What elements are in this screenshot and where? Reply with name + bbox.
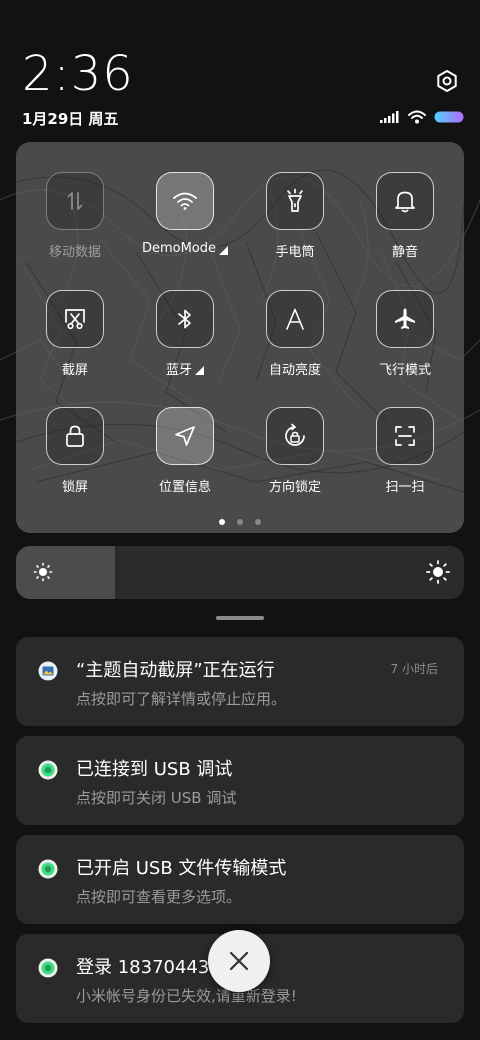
notification-text: 点按即可关闭 USB 调试 <box>76 789 237 807</box>
brightness-fill <box>16 546 115 599</box>
tile-screenshot-button[interactable] <box>46 290 104 348</box>
clock: 2:36 <box>22 46 134 102</box>
tile-lock-screen-button[interactable] <box>46 407 104 465</box>
android-icon <box>38 958 58 978</box>
settings-button[interactable] <box>432 66 462 96</box>
tile-auto-brightness-button[interactable] <box>266 290 324 348</box>
tile-screenshot[interactable]: 截屏 <box>20 290 130 378</box>
tile-label: 扫一扫 <box>385 480 425 495</box>
tile-location-button[interactable] <box>156 407 214 465</box>
tile-rotation-lock[interactable]: 方向锁定 <box>240 407 350 495</box>
rotation-lock-icon <box>285 423 305 446</box>
page-indicator <box>16 519 464 525</box>
tile-label: 自动亮度 <box>268 363 321 378</box>
tile-bluetooth[interactable]: 蓝牙 <box>130 290 240 378</box>
close-icon <box>229 951 249 971</box>
airplane-icon <box>395 308 415 329</box>
brightness-low-icon <box>33 562 53 582</box>
page-dot <box>237 519 243 525</box>
tile-label: 静音 <box>391 245 418 260</box>
notification-title: “主题自动截屏”正在运行 <box>76 660 275 681</box>
theme-app-icon <box>38 661 58 681</box>
notification-text: 点按即可了解详情或停止应用。 <box>76 690 287 708</box>
tile-silent[interactable]: 静音 <box>350 172 460 260</box>
tile-label: 蓝牙 <box>165 363 192 378</box>
drag-handle[interactable] <box>216 616 264 620</box>
expand-arrow-icon[interactable] <box>195 365 204 375</box>
notification-card[interactable]: “主题自动截屏”正在运行 7 小时后 点按即可了解详情或停止应用。 <box>16 637 464 726</box>
battery-icon <box>434 111 464 123</box>
expand-arrow-icon[interactable] <box>219 245 229 255</box>
scan-icon <box>395 426 415 446</box>
tile-mobile-data[interactable]: 移动数据 <box>20 172 130 260</box>
wifi-status-icon <box>408 110 426 124</box>
notification-text: 小米帐号身份已失效,请重新登录! <box>76 987 297 1005</box>
location-icon <box>175 426 195 446</box>
tile-airplane[interactable]: 飞行模式 <box>350 290 460 378</box>
tile-scan-button[interactable] <box>376 407 434 465</box>
tile-label: 手电筒 <box>275 245 315 260</box>
tile-label: 锁屏 <box>61 480 88 495</box>
page-dot-active <box>219 519 225 525</box>
screenshot-icon <box>65 309 85 330</box>
bluetooth-icon <box>178 309 191 329</box>
tile-mobile-data-button[interactable] <box>46 172 104 230</box>
page-dot <box>255 519 261 525</box>
tile-wifi-button[interactable] <box>156 172 214 230</box>
brightness-slider[interactable] <box>16 546 464 599</box>
status-icons <box>380 108 464 126</box>
date-label: 1月29日 周五 <box>22 110 119 128</box>
android-icon <box>38 760 58 780</box>
tile-label-row: 蓝牙 <box>166 359 204 378</box>
gear-icon <box>437 70 457 92</box>
brightness-high-icon <box>426 560 450 584</box>
tile-scan[interactable]: 扫一扫 <box>350 407 460 495</box>
bell-icon <box>395 191 415 213</box>
tile-rotation-lock-button[interactable] <box>266 407 324 465</box>
wifi-icon <box>173 192 197 210</box>
mobile-data-icon <box>67 192 83 210</box>
tile-label: DemoMode <box>141 241 217 256</box>
tile-wifi[interactable]: DemoMode <box>130 172 240 256</box>
tile-flashlight[interactable]: 手电筒 <box>240 172 350 260</box>
tile-location[interactable]: 位置信息 <box>130 407 240 495</box>
notification-title: 已开启 USB 文件传输模式 <box>76 858 287 879</box>
notification-time: 7 小时后 <box>390 662 438 676</box>
notification-text: 点按即可查看更多选项。 <box>76 888 242 906</box>
android-icon <box>38 859 58 879</box>
auto-brightness-icon <box>286 308 304 330</box>
quick-settings-panel: 移动数据 DemoMode 手电筒 静音 截屏 蓝牙 自动亮度 飞行模式 锁屏 … <box>16 142 464 533</box>
notification-card[interactable]: 已连接到 USB 调试 点按即可关闭 USB 调试 <box>16 736 464 825</box>
tile-label: 方向锁定 <box>268 480 321 495</box>
tile-label: 位置信息 <box>158 480 211 495</box>
tile-airplane-button[interactable] <box>376 290 434 348</box>
tile-flashlight-button[interactable] <box>266 172 324 230</box>
tile-silent-button[interactable] <box>376 172 434 230</box>
tile-label: 飞行模式 <box>378 363 431 378</box>
flashlight-icon <box>287 188 303 212</box>
tile-auto-brightness[interactable]: 自动亮度 <box>240 290 350 378</box>
notification-card[interactable]: 已开启 USB 文件传输模式 点按即可查看更多选项。 <box>16 835 464 924</box>
lock-icon <box>66 425 84 447</box>
tile-label-row: DemoMode <box>141 241 229 256</box>
notification-title: 已连接到 USB 调试 <box>76 759 233 780</box>
tile-lock-screen[interactable]: 锁屏 <box>20 407 130 495</box>
signal-icon <box>380 111 399 123</box>
tile-bluetooth-button[interactable] <box>156 290 214 348</box>
tile-label: 移动数据 <box>48 245 101 260</box>
tile-label: 截屏 <box>61 363 88 378</box>
clear-all-button[interactable] <box>208 930 270 992</box>
